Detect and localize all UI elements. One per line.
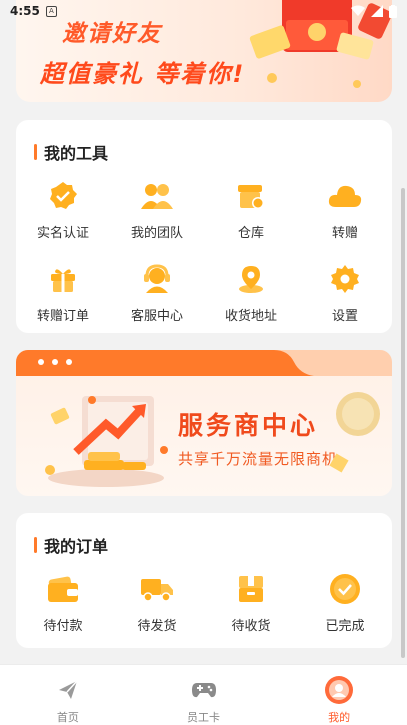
tool-label: 实名认证: [36, 226, 89, 241]
nav-label: 员工卡: [187, 711, 220, 724]
tool-label: 我的团队: [130, 226, 183, 241]
wallet-icon: [45, 571, 81, 607]
tool-label: 仓库: [237, 226, 264, 241]
tool-label: 设置: [331, 309, 358, 324]
profile-icon: [324, 675, 354, 705]
order-label: 已完成: [325, 619, 365, 634]
gear-icon: [327, 261, 363, 297]
tool-my-team[interactable]: 我的团队: [110, 178, 204, 241]
battery-icon: [389, 4, 397, 18]
tools-card: 我的工具 实名认证 我的团队 仓库 转赠 转赠订单 客服中心 收货地址 设置: [16, 120, 392, 333]
package-icon: [233, 571, 269, 607]
nav-label: 我的: [328, 711, 351, 724]
order-label: 待付款: [43, 619, 83, 634]
paper-plane-icon: [53, 675, 83, 705]
status-bar: 4:55 A: [0, 0, 407, 22]
order-completed[interactable]: 已完成: [298, 571, 392, 634]
tool-transfer-orders[interactable]: 转赠订单: [16, 261, 110, 324]
tool-transfer[interactable]: 转赠: [298, 178, 392, 241]
truck-icon: [139, 571, 175, 607]
order-pending-shipment[interactable]: 待发货: [110, 571, 204, 634]
tool-label: 转赠: [331, 226, 358, 241]
order-label: 待发货: [137, 619, 177, 634]
nav-mine[interactable]: 我的: [271, 665, 407, 725]
orders-title: 我的订单: [34, 533, 108, 557]
tool-shipping-address[interactable]: 收货地址: [204, 261, 298, 324]
cloud-icon: [327, 178, 363, 214]
tools-title: 我的工具: [34, 140, 108, 164]
coin-illustration: [329, 392, 380, 473]
invite-banner-subline: 超值豪礼 等着你!: [40, 60, 246, 88]
tool-settings[interactable]: 设置: [298, 261, 392, 324]
banner-tab-shape: [16, 350, 392, 376]
tool-customer-service[interactable]: 客服中心: [110, 261, 204, 324]
tool-label: 收货地址: [224, 309, 277, 324]
warehouse-icon: [233, 178, 269, 214]
order-label: 待收货: [231, 619, 271, 634]
check-circle-icon: [327, 571, 363, 607]
service-center-banner[interactable]: 服务商中心 共享千万流量无限商机: [16, 350, 392, 496]
status-time: 4:55: [10, 4, 40, 18]
gift-icon: [45, 261, 81, 297]
wifi-icon: [351, 5, 365, 16]
service-banner-subtitle: 共享千万流量无限商机: [178, 450, 339, 468]
tool-real-name-auth[interactable]: 实名认证: [16, 178, 110, 241]
tool-warehouse[interactable]: 仓库: [204, 178, 298, 241]
tools-grid: 实名认证 我的团队 仓库 转赠 转赠订单 客服中心 收货地址 设置: [16, 178, 392, 324]
nav-label: 首页: [56, 711, 79, 724]
location-icon: [233, 261, 269, 297]
tool-label: 转赠订单: [36, 309, 89, 324]
window-dots: [38, 359, 72, 365]
nav-employee-card[interactable]: 员工卡: [136, 665, 272, 725]
tool-label: 客服中心: [130, 309, 183, 324]
nav-home[interactable]: 首页: [0, 665, 136, 725]
orders-grid: 待付款 待发货 待收货 已完成: [16, 571, 392, 634]
team-icon: [139, 178, 175, 214]
order-pending-receipt[interactable]: 待收货: [204, 571, 298, 634]
service-banner-title: 服务商中心: [178, 411, 319, 440]
bottom-nav: 首页 员工卡 我的: [0, 664, 407, 725]
scrollbar[interactable]: [401, 188, 405, 658]
gamepad-icon: [189, 675, 219, 705]
notification-icon: A: [45, 5, 57, 17]
verified-badge-icon: [45, 178, 81, 214]
order-pending-payment[interactable]: 待付款: [16, 571, 110, 634]
headset-icon: [139, 261, 175, 297]
orders-card: 我的订单 待付款 待发货 待收货 已完成: [16, 513, 392, 648]
growth-chart-illustration: [45, 396, 168, 487]
signal-icon: [371, 5, 383, 17]
